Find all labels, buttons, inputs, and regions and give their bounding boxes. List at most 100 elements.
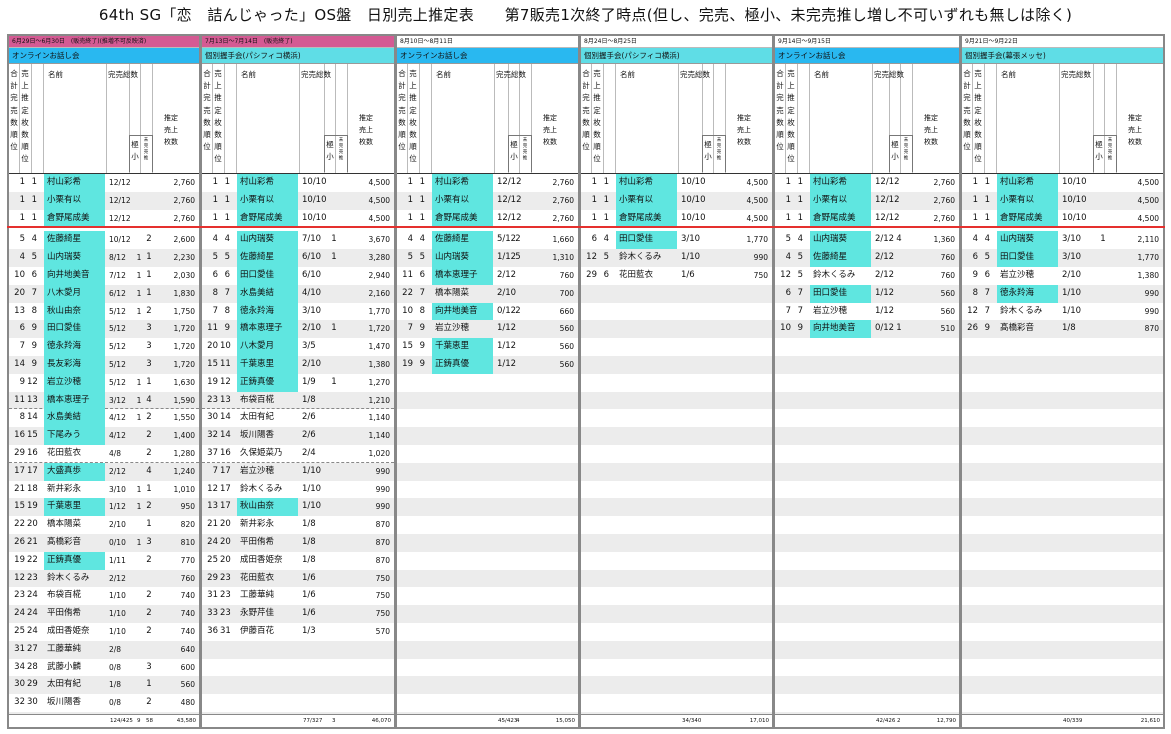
sold-out-total: 2/12 — [497, 269, 517, 280]
sold-out-total: 2/8 — [109, 644, 122, 654]
sales-rank: 4 — [419, 234, 425, 245]
total-rank: 15 — [14, 501, 25, 512]
empty-row — [397, 552, 578, 570]
total-rank: 15 — [207, 358, 218, 369]
total-rank: 1 — [591, 194, 597, 205]
sold-out-total: 6/10 — [302, 269, 322, 280]
estimated-sales: 1,770 — [368, 306, 390, 316]
empty-row — [397, 391, 578, 410]
table-row: 8 14 水島美結 4/12 1 2 1,550 — [9, 409, 199, 428]
table-row: 21 20 新井彩永 1/8 870 — [202, 516, 394, 534]
table-row: 13 17 秋山由奈 1/10 990 — [202, 498, 394, 517]
header-rank-char: 位 — [10, 142, 18, 152]
table-row: 10 9 向井地美音 0/12 1 510 — [775, 320, 959, 339]
footer-kyoku: 2 — [897, 718, 901, 724]
header-kyoku-char: 極 — [510, 140, 518, 149]
mikan-count: 2 — [146, 554, 152, 565]
table-row: 10 8 向井地美音 0/12 2 660 — [397, 302, 578, 321]
sales-rank: 23 — [220, 572, 231, 583]
event-panel: 6月29日〜6月30日 (販売終了)(推増不可反映済) オンラインお話し会合計完売… — [7, 34, 201, 729]
header-rank-char: 位 — [776, 142, 784, 152]
sales-rank: 24 — [27, 590, 38, 601]
footer-total: 77/327 — [303, 718, 323, 724]
event-date: 9月21日〜9月22日 — [962, 36, 1163, 48]
estimated-sales: 2,030 — [173, 270, 195, 280]
empty-row — [397, 587, 578, 605]
table-row: 24 24 平田侑希 1/10 2 740 — [9, 605, 199, 623]
header-estimate: 推定 売上 枚数 — [917, 112, 945, 148]
empty-row — [775, 409, 959, 427]
table-row: 22 7 橋本陽菜 2/10 700 — [397, 284, 578, 303]
table-row: 25 20 成田香姫奈 1/8 870 — [202, 552, 394, 570]
header-rank-char: 数 — [963, 117, 971, 127]
table-row: 1 1 村山彩希 12/12 2,760 — [775, 174, 959, 192]
header-kyoku-char: 極 — [131, 140, 139, 149]
total-rank: 1 — [19, 212, 25, 223]
header-kyoku-char: 極 — [1095, 140, 1103, 149]
estimated-sales: 560 — [559, 324, 574, 334]
header-sales-char: 上 — [21, 81, 29, 91]
sales-rank: 8 — [419, 305, 425, 316]
table-row: 24 20 平田侑希 1/8 870 — [202, 533, 394, 552]
member-name: 花田藍衣 — [240, 572, 275, 583]
total-rank: 17 — [14, 465, 25, 476]
empty-row — [962, 676, 1163, 695]
mikan-count: 3 — [146, 323, 152, 334]
member-name: 倉野尾成美 — [810, 209, 871, 228]
header-estimate-line: 売上 — [1128, 126, 1142, 134]
total-rank: 12 — [586, 252, 597, 263]
sales-rank: 4 — [31, 234, 37, 245]
sales-rank: 1 — [984, 212, 990, 223]
empty-row — [581, 427, 772, 445]
sold-out-total: 2/10 — [497, 287, 517, 298]
table-row: 9 6 岩立沙穂 2/10 1,380 — [962, 267, 1163, 285]
sales-rank: 29 — [27, 679, 38, 690]
empty-row — [775, 676, 959, 695]
total-rank: 5 — [19, 234, 25, 245]
event-date: 8月24日〜8月25日 — [581, 36, 772, 48]
table-row: 12 23 鈴木くるみ 2/12 760 — [9, 569, 199, 588]
member-name: 秋山由奈 — [44, 302, 105, 321]
sold-out-total: 10/10 — [681, 177, 706, 187]
total-rank: 1 — [972, 194, 978, 205]
sales-rank: 9 — [419, 341, 425, 352]
member-name: 村山彩希 — [997, 174, 1058, 192]
footer-total: 34/340 — [682, 718, 702, 724]
column-header: 合計完売数順位売上推定枚数順位名前 完売総数極小未完売推推定 売上 枚数 — [9, 64, 199, 174]
sales-rank: 23 — [27, 572, 38, 583]
member-name: 村山彩希 — [810, 174, 871, 192]
sold-out-total: 1/10 — [109, 591, 126, 601]
empty-row — [581, 587, 772, 605]
header-sales-char: 推 — [21, 93, 29, 103]
sold-out-total: 10/10 — [302, 194, 327, 205]
header-mikan-char: 推 — [903, 156, 909, 161]
empty-row — [397, 694, 578, 712]
sales-rank: 18 — [27, 483, 38, 494]
total-rank: 11 — [402, 269, 413, 280]
total-rank: 4 — [785, 252, 791, 263]
sales-rank: 7 — [984, 287, 990, 298]
header-estimate-line: 枚数 — [1128, 138, 1142, 146]
total-rank: 13 — [14, 305, 25, 316]
page-title: 64th SG「恋 詰んじゃった」OS盤 日別売上推定表 第7販売1次終了時点(… — [98, 6, 1073, 24]
sold-out-total: 10/10 — [302, 212, 327, 223]
table-row: 30 14 太田有紀 2/6 1,140 — [202, 409, 394, 427]
header-name: 名前 — [814, 70, 829, 79]
sold-out-total: 1/8 — [302, 519, 316, 530]
header-sales-char: 推 — [214, 93, 222, 103]
empty-row — [581, 676, 772, 695]
sales-rank: 6 — [31, 269, 37, 280]
total-rank: 1 — [785, 212, 791, 223]
header-estimate-line: 枚数 — [737, 138, 751, 146]
sales-rank: 7 — [224, 287, 230, 298]
table-row: 4 4 山内瑞葵 3/10 1 2,110 — [962, 231, 1163, 250]
sales-rank: 16 — [220, 447, 231, 458]
mikan-count: 2 — [146, 501, 152, 512]
sold-out-total: 1/8 — [302, 394, 316, 405]
estimated-sales: 1,400 — [173, 431, 195, 441]
header-rank-char: 売 — [10, 105, 18, 115]
table-row: 1 1 村山彩希 12/12 2,760 — [397, 174, 578, 192]
header-sales-char: 売 — [974, 69, 982, 78]
header-total: 完売総数 — [1061, 70, 1091, 79]
estimated-sales: 2,760 — [552, 195, 574, 205]
